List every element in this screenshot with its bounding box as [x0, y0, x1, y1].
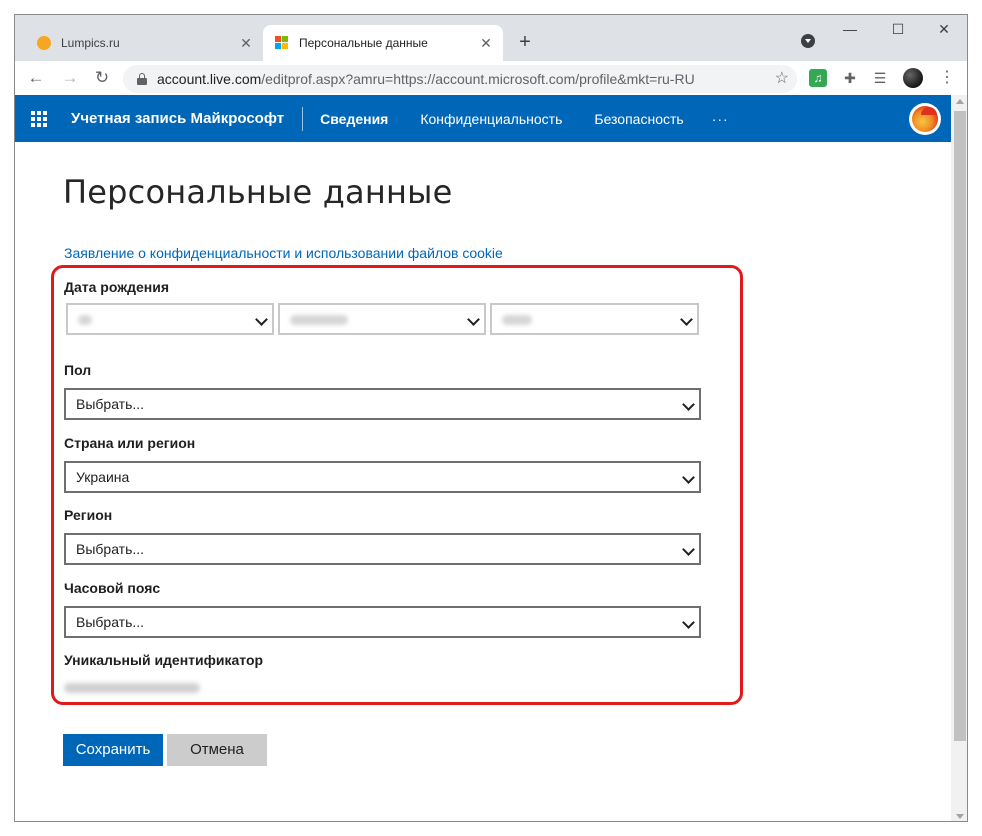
nav-info[interactable]: Сведения	[320, 107, 388, 131]
scroll-up-icon[interactable]	[956, 99, 964, 104]
maximize-button[interactable]: ☐	[875, 21, 921, 41]
tab-personal-data[interactable]: Персональные данные ✕	[263, 25, 503, 61]
tab-lumpics[interactable]: Lumpics.ru ✕	[25, 25, 263, 61]
account-avatar[interactable]	[909, 103, 941, 135]
close-window-button[interactable]: ✕	[921, 21, 967, 41]
menu-dots-icon[interactable]: ⋮	[939, 67, 955, 89]
new-tab-button[interactable]: +	[513, 31, 537, 55]
profile-avatar[interactable]	[903, 68, 923, 88]
privacy-statement-link[interactable]: Заявление о конфиденциальности и использ…	[64, 245, 503, 261]
close-tab-icon[interactable]: ✕	[235, 35, 257, 52]
reading-list-icon[interactable]: ☰	[871, 69, 889, 87]
close-tab-icon[interactable]: ✕	[475, 35, 497, 52]
lock-icon[interactable]	[137, 73, 147, 85]
puzzle-extensions-icon[interactable]: ✚	[841, 69, 859, 87]
brand-link[interactable]: Учетная запись Майкрософт	[71, 106, 304, 131]
page-viewport: Учетная запись Майкрософт Сведения Конфи…	[15, 95, 951, 821]
url-host: account.live.com	[157, 71, 262, 87]
scrollbar-thumb[interactable]	[954, 111, 966, 741]
red-highlight-frame	[51, 265, 743, 705]
browser-window: Lumpics.ru ✕ Персональные данные ✕ + — ☐…	[14, 14, 968, 822]
save-button[interactable]: Сохранить	[63, 734, 163, 766]
minimize-button[interactable]: —	[827, 21, 873, 41]
tab-title: Lumpics.ru	[61, 36, 120, 50]
cancel-button[interactable]: Отмена	[167, 734, 267, 766]
bookmark-star-icon[interactable]: ☆	[775, 68, 789, 88]
back-arrow-icon[interactable]: ←	[23, 65, 49, 91]
tab-search-icon[interactable]	[801, 34, 815, 48]
reload-icon[interactable]: ↻	[89, 65, 115, 91]
vertical-scrollbar[interactable]	[951, 95, 967, 821]
scroll-down-icon[interactable]	[956, 814, 964, 819]
more-nav-button[interactable]: ···	[712, 111, 729, 127]
microsoft-account-header: Учетная запись Майкрософт Сведения Конфи…	[15, 95, 951, 142]
nav-privacy[interactable]: Конфиденциальность	[420, 107, 562, 131]
url-path: /editprof.aspx?amru=https://account.micr…	[261, 71, 695, 87]
address-bar[interactable]: account.live.com/editprof.aspx?amru=http…	[123, 65, 797, 93]
lumpics-favicon-icon	[37, 36, 51, 50]
tab-title: Персональные данные	[299, 36, 428, 50]
app-launcher-icon[interactable]	[31, 110, 47, 127]
microsoft-favicon-icon	[275, 36, 289, 50]
nav-security[interactable]: Безопасность	[594, 107, 683, 131]
music-extension-icon[interactable]: ♫	[809, 69, 827, 87]
browser-toolbar: ← → ↻ account.live.com/editprof.aspx?amr…	[15, 61, 967, 95]
tab-strip: Lumpics.ru ✕ Персональные данные ✕ + — ☐…	[15, 15, 967, 61]
forward-arrow-icon[interactable]: →	[57, 65, 83, 91]
page-title: Персональные данные	[63, 173, 453, 211]
